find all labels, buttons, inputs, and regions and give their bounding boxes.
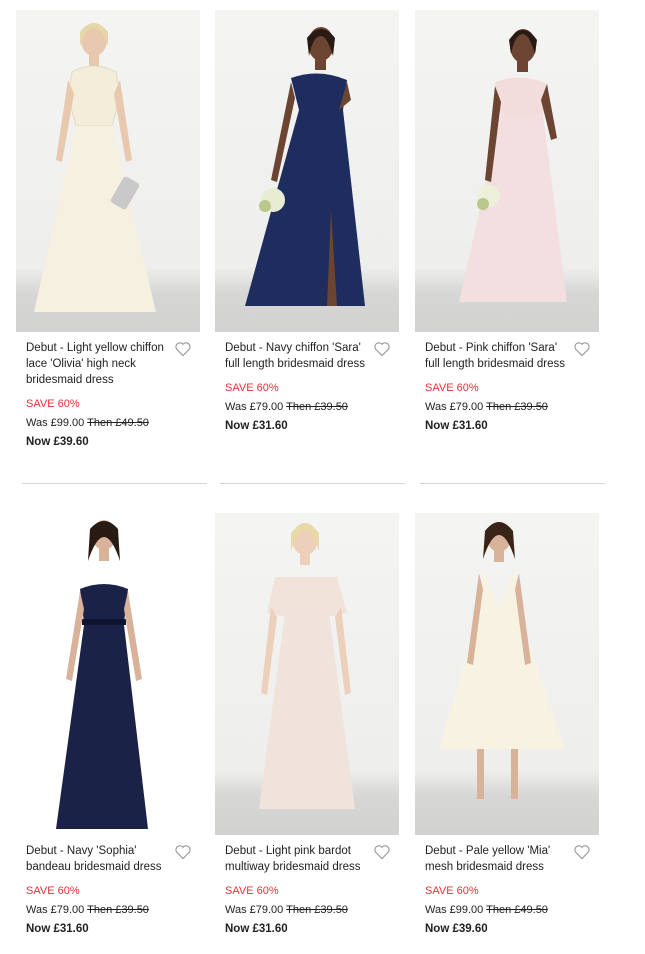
discount-label: SAVE 60%: [425, 885, 479, 897]
price-history: Was £79.00 Then £39.50: [225, 903, 399, 917]
product-title[interactable]: Debut - Navy 'Sophia' bandeau bridesmaid…: [26, 843, 166, 875]
price-history: Was £79.00 Then £39.50: [26, 903, 200, 917]
then-price: Then £39.50: [286, 904, 348, 916]
discount-label: SAVE 60%: [26, 398, 80, 410]
discount-label: SAVE 60%: [26, 885, 80, 897]
heart-outline-icon[interactable]: [174, 341, 192, 357]
price-history: Was £99.00 Then £49.50: [26, 416, 200, 430]
price-history: Was £79.00 Then £39.50: [225, 400, 399, 414]
product-image[interactable]: [215, 513, 399, 835]
discount-label: SAVE 60%: [425, 382, 479, 394]
now-price: Now £31.60: [225, 420, 288, 432]
now-price: Now £31.60: [425, 420, 488, 432]
product-title[interactable]: Debut - Pink chiffon 'Sara' full length …: [425, 340, 565, 372]
then-price: Then £39.50: [486, 401, 548, 413]
product-title[interactable]: Debut - Light yellow chiffon lace 'Olivi…: [26, 340, 166, 388]
product-title[interactable]: Debut - Navy chiffon 'Sara' full length …: [225, 340, 365, 372]
dress-photo-illustration: [34, 23, 156, 312]
product-card[interactable]: Debut - Navy chiffon 'Sara' full length …: [215, 10, 399, 433]
then-price: Then £39.50: [87, 904, 149, 916]
product-card[interactable]: Debut - Light pink bardot multiway bride…: [215, 513, 399, 936]
discount-label: SAVE 60%: [225, 885, 279, 897]
product-image[interactable]: [415, 513, 599, 835]
heart-outline-icon[interactable]: [373, 341, 391, 357]
heart-outline-icon[interactable]: [373, 844, 391, 860]
product-title[interactable]: Debut - Pale yellow 'Mia' mesh bridesmai…: [425, 843, 565, 875]
then-price: Then £39.50: [286, 401, 348, 413]
product-title[interactable]: Debut - Light pink bardot multiway bride…: [225, 843, 365, 875]
now-price: Now £39.60: [26, 436, 89, 448]
product-image[interactable]: [215, 10, 399, 332]
product-image[interactable]: [16, 10, 200, 332]
then-price: Then £49.50: [87, 417, 149, 429]
dress-photo-illustration: [459, 29, 567, 302]
row-divider: [220, 483, 405, 484]
product-image[interactable]: [415, 10, 599, 332]
dress-photo-illustration: [56, 520, 148, 829]
product-card[interactable]: Debut - Pink chiffon 'Sara' full length …: [415, 10, 599, 433]
was-price: Was £99.00: [425, 904, 484, 916]
was-price: Was £79.00: [26, 904, 85, 916]
was-price: Was £99.00: [26, 417, 85, 429]
heart-outline-icon[interactable]: [573, 341, 591, 357]
was-price: Was £79.00: [225, 401, 284, 413]
dress-photo-illustration: [245, 27, 365, 306]
was-price: Was £79.00: [425, 401, 484, 413]
price-history: Was £99.00 Then £49.50: [425, 903, 599, 917]
product-card[interactable]: Debut - Navy 'Sophia' bandeau bridesmaid…: [16, 513, 200, 936]
now-price: Now £31.60: [225, 923, 288, 935]
dress-photo-illustration: [259, 523, 355, 809]
heart-outline-icon[interactable]: [573, 844, 591, 860]
now-price: Now £39.60: [425, 923, 488, 935]
dress-photo-illustration: [439, 522, 565, 799]
row-divider: [420, 483, 605, 484]
now-price: Now £31.60: [26, 923, 89, 935]
was-price: Was £79.00: [225, 904, 284, 916]
product-card[interactable]: Debut - Pale yellow 'Mia' mesh bridesmai…: [415, 513, 599, 936]
product-card[interactable]: Debut - Light yellow chiffon lace 'Olivi…: [16, 10, 200, 449]
heart-outline-icon[interactable]: [174, 844, 192, 860]
product-image[interactable]: [16, 513, 200, 835]
discount-label: SAVE 60%: [225, 382, 279, 394]
then-price: Then £49.50: [486, 904, 548, 916]
price-history: Was £79.00 Then £39.50: [425, 400, 599, 414]
row-divider: [22, 483, 207, 484]
